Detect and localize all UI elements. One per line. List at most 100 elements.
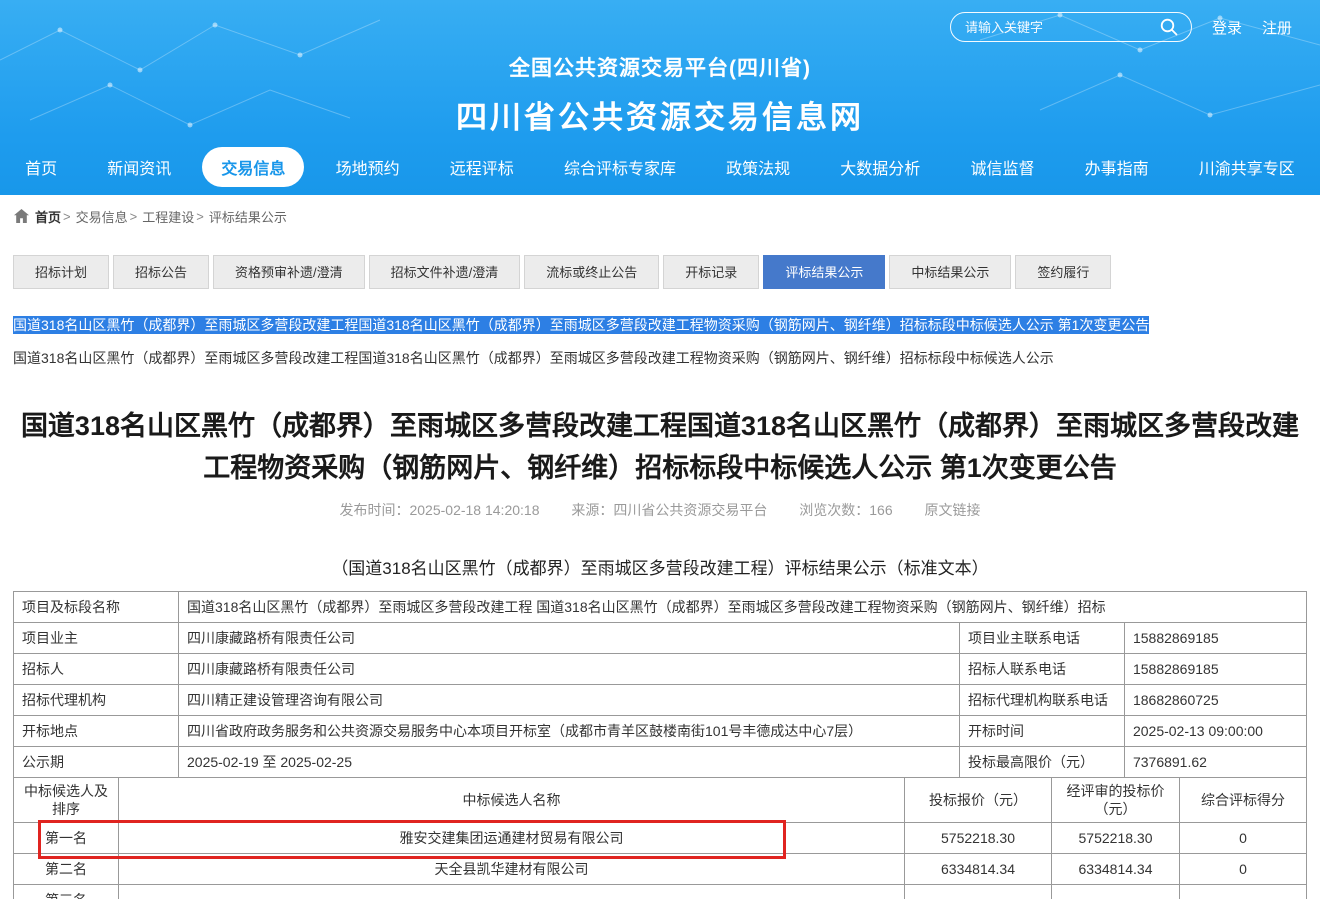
announcement-list: 国道318名山区黑竹（成都界）至雨城区多营段改建工程国道318名山区黑竹（成都界… bbox=[13, 315, 1307, 368]
tab-bidding-plan[interactable]: 招标计划 bbox=[13, 255, 109, 289]
nav-item-home[interactable]: 首页 bbox=[6, 147, 76, 187]
view-count-value: 166 bbox=[869, 502, 892, 518]
publish-time-value: 2025-02-18 14:20:18 bbox=[409, 502, 539, 518]
candidate-name bbox=[119, 884, 905, 899]
candidate-bid-price: 6334814.34 bbox=[905, 853, 1052, 884]
search-box[interactable] bbox=[950, 12, 1192, 42]
candidate-score bbox=[1180, 884, 1307, 899]
table-row-publicity-period: 公示期 2025-02-19 至 2025-02-25 投标最高限价（元） 73… bbox=[14, 746, 1307, 777]
table-row-opening-place: 开标地点 四川省政府政务服务和公共资源交易服务中心本项目开标室（成都市青羊区鼓楼… bbox=[14, 715, 1307, 746]
tab-document-supplement[interactable]: 招标文件补遗/澄清 bbox=[369, 255, 521, 289]
nav-item-venue-booking[interactable]: 场地预约 bbox=[317, 147, 419, 187]
candidate-row-third: 第三名 bbox=[14, 884, 1307, 899]
row-label: 开标时间 bbox=[959, 715, 1124, 746]
row-value: 四川康藏路桥有限责任公司 bbox=[179, 622, 960, 653]
result-subtitle: （国道318名山区黑竹（成都界）至雨城区多营段改建工程）评标结果公示（标准文本） bbox=[0, 554, 1320, 579]
breadcrumb-separator: > bbox=[196, 209, 204, 224]
nav-item-policy-laws[interactable]: 政策法规 bbox=[707, 147, 809, 187]
candidate-rank: 第二名 bbox=[14, 853, 119, 884]
view-count-label: 浏览次数： bbox=[799, 502, 869, 518]
row-label: 招标人联系电话 bbox=[959, 653, 1124, 684]
breadcrumb-separator: > bbox=[130, 209, 138, 224]
candidate-score: 0 bbox=[1180, 853, 1307, 884]
table-row-project-name: 项目及标段名称 国道318名山区黑竹（成都界）至雨城区多营段改建工程 国道318… bbox=[14, 591, 1307, 622]
list-item[interactable]: 国道318名山区黑竹（成都界）至雨城区多营段改建工程国道318名山区黑竹（成都界… bbox=[13, 348, 1307, 368]
view-count: 浏览次数：166 bbox=[799, 502, 892, 518]
nav-item-remote-evaluation[interactable]: 远程评标 bbox=[431, 147, 533, 187]
column-header-bid-price: 投标报价（元） bbox=[905, 777, 1052, 822]
row-label: 投标最高限价（元） bbox=[959, 746, 1124, 777]
tab-contract-performance[interactable]: 签约履行 bbox=[1015, 255, 1111, 289]
row-value: 2025-02-13 09:00:00 bbox=[1124, 715, 1306, 746]
tab-award-result[interactable]: 中标结果公示 bbox=[889, 255, 1011, 289]
category-tabbar: 招标计划 招标公告 资格预审补遗/澄清 招标文件补遗/澄清 流标或终止公告 开标… bbox=[0, 237, 1320, 289]
publish-time: 发布时间：2025-02-18 14:20:18 bbox=[339, 502, 539, 518]
row-label: 项目业主 bbox=[14, 622, 179, 653]
breadcrumb-item-trade-info[interactable]: 交易信息 bbox=[76, 207, 128, 226]
candidate-row-first: 第一名 雅安交建集团运通建材贸易有限公司 5752218.30 5752218.… bbox=[14, 822, 1307, 853]
site-header: 登录 注册 全国公共资源交易平台(四川省) 四川省公共资源交易信息网 首页 新闻… bbox=[0, 0, 1320, 195]
register-link[interactable]: 注册 bbox=[1262, 17, 1292, 38]
breadcrumb: 首页 > 交易信息 > 工程建设 > 评标结果公示 bbox=[0, 195, 1320, 237]
row-value: 四川省政府政务服务和公共资源交易服务中心本项目开标室（成都市青羊区鼓楼南街101… bbox=[179, 715, 960, 746]
tab-bid-opening-record[interactable]: 开标记录 bbox=[663, 255, 759, 289]
breadcrumb-home[interactable]: 首页 bbox=[35, 207, 61, 226]
candidate-rank: 第一名 bbox=[14, 822, 119, 853]
row-label: 项目业主联系电话 bbox=[959, 622, 1124, 653]
header-topbar: 登录 注册 bbox=[950, 12, 1292, 42]
tab-prequalification-supplement[interactable]: 资格预审补遗/澄清 bbox=[213, 255, 365, 289]
row-label: 开标地点 bbox=[14, 715, 179, 746]
article-title: 国道318名山区黑竹（成都界）至雨城区多营段改建工程国道318名山区黑竹（成都界… bbox=[12, 406, 1308, 490]
table-row-owner: 项目业主 四川康藏路桥有限责任公司 项目业主联系电话 15882869185 bbox=[14, 622, 1307, 653]
candidate-reviewed-price: 6334814.34 bbox=[1052, 853, 1180, 884]
nav-item-service-guide[interactable]: 办事指南 bbox=[1066, 147, 1168, 187]
row-value: 15882869185 bbox=[1124, 622, 1306, 653]
row-value: 7376891.62 bbox=[1124, 746, 1306, 777]
source-label: 来源： bbox=[571, 502, 613, 518]
column-header-score: 综合评标得分 bbox=[1180, 777, 1307, 822]
search-icon[interactable] bbox=[1159, 17, 1179, 37]
platform-title: 全国公共资源交易平台(四川省) bbox=[0, 52, 1320, 82]
source: 来源：四川省公共资源交易平台 bbox=[571, 502, 767, 518]
column-header-reviewed-price: 经评审的投标价（元） bbox=[1052, 777, 1180, 822]
row-value: 四川康藏路桥有限责任公司 bbox=[179, 653, 960, 684]
home-icon[interactable] bbox=[14, 209, 29, 223]
login-link[interactable]: 登录 bbox=[1212, 17, 1242, 38]
candidates-section: 中标候选人及排序 中标候选人名称 投标报价（元） 经评审的投标价（元） 综合评标… bbox=[13, 777, 1307, 899]
row-label: 招标代理机构联系电话 bbox=[959, 684, 1124, 715]
list-item-selected[interactable]: 国道318名山区黑竹（成都界）至雨城区多营段改建工程国道318名山区黑竹（成都界… bbox=[13, 316, 1149, 334]
candidate-reviewed-price bbox=[1052, 884, 1180, 899]
candidate-score: 0 bbox=[1180, 822, 1307, 853]
row-value: 四川精正建设管理咨询有限公司 bbox=[179, 684, 960, 715]
nav-item-expert-pool[interactable]: 综合评标专家库 bbox=[545, 147, 695, 187]
nav-item-big-data[interactable]: 大数据分析 bbox=[821, 147, 939, 187]
table-row-tenderer: 招标人 四川康藏路桥有限责任公司 招标人联系电话 15882869185 bbox=[14, 653, 1307, 684]
source-value: 四川省公共资源交易平台 bbox=[613, 502, 767, 518]
nav-item-integrity-supervision[interactable]: 诚信监督 bbox=[951, 147, 1053, 187]
project-info-table: 项目及标段名称 国道318名山区黑竹（成都界）至雨城区多营段改建工程 国道318… bbox=[13, 591, 1307, 778]
candidates-header-row: 中标候选人及排序 中标候选人名称 投标报价（元） 经评审的投标价（元） 综合评标… bbox=[14, 777, 1307, 822]
search-input[interactable] bbox=[963, 19, 1159, 36]
main-nav: 首页 新闻资讯 交易信息 场地预约 远程评标 综合评标专家库 政策法规 大数据分… bbox=[0, 147, 1320, 187]
candidates-table: 中标候选人及排序 中标候选人名称 投标报价（元） 经评审的投标价（元） 综合评标… bbox=[13, 777, 1307, 899]
tab-failed-or-terminated[interactable]: 流标或终止公告 bbox=[524, 255, 659, 289]
page: 登录 注册 全国公共资源交易平台(四川省) 四川省公共资源交易信息网 首页 新闻… bbox=[0, 0, 1320, 899]
nav-item-news[interactable]: 新闻资讯 bbox=[88, 147, 190, 187]
nav-item-trade-info[interactable]: 交易信息 bbox=[202, 147, 304, 187]
breadcrumb-item-evaluation-result[interactable]: 评标结果公示 bbox=[209, 207, 287, 226]
row-value: 15882869185 bbox=[1124, 653, 1306, 684]
tab-evaluation-result[interactable]: 评标结果公示 bbox=[763, 255, 885, 289]
nav-item-chuanyu-shared-zone[interactable]: 川渝共享专区 bbox=[1180, 147, 1314, 187]
row-value: 2025-02-19 至 2025-02-25 bbox=[179, 746, 960, 777]
breadcrumb-item-engineering[interactable]: 工程建设 bbox=[142, 207, 194, 226]
candidate-bid-price bbox=[905, 884, 1052, 899]
breadcrumb-separator: > bbox=[63, 209, 71, 224]
article: 国道318名山区黑竹（成都界）至雨城区多营段改建工程国道318名山区黑竹（成都界… bbox=[0, 406, 1320, 899]
row-value: 18682860725 bbox=[1124, 684, 1306, 715]
tab-bidding-announcement[interactable]: 招标公告 bbox=[113, 255, 209, 289]
candidate-row-second: 第二名 天全县凯华建材有限公司 6334814.34 6334814.34 0 bbox=[14, 853, 1307, 884]
row-label: 项目及标段名称 bbox=[14, 591, 179, 622]
original-link[interactable]: 原文链接 bbox=[925, 502, 981, 518]
list-line-selected: 国道318名山区黑竹（成都界）至雨城区多营段改建工程国道318名山区黑竹（成都界… bbox=[13, 315, 1307, 335]
candidate-name: 天全县凯华建材有限公司 bbox=[119, 853, 905, 884]
